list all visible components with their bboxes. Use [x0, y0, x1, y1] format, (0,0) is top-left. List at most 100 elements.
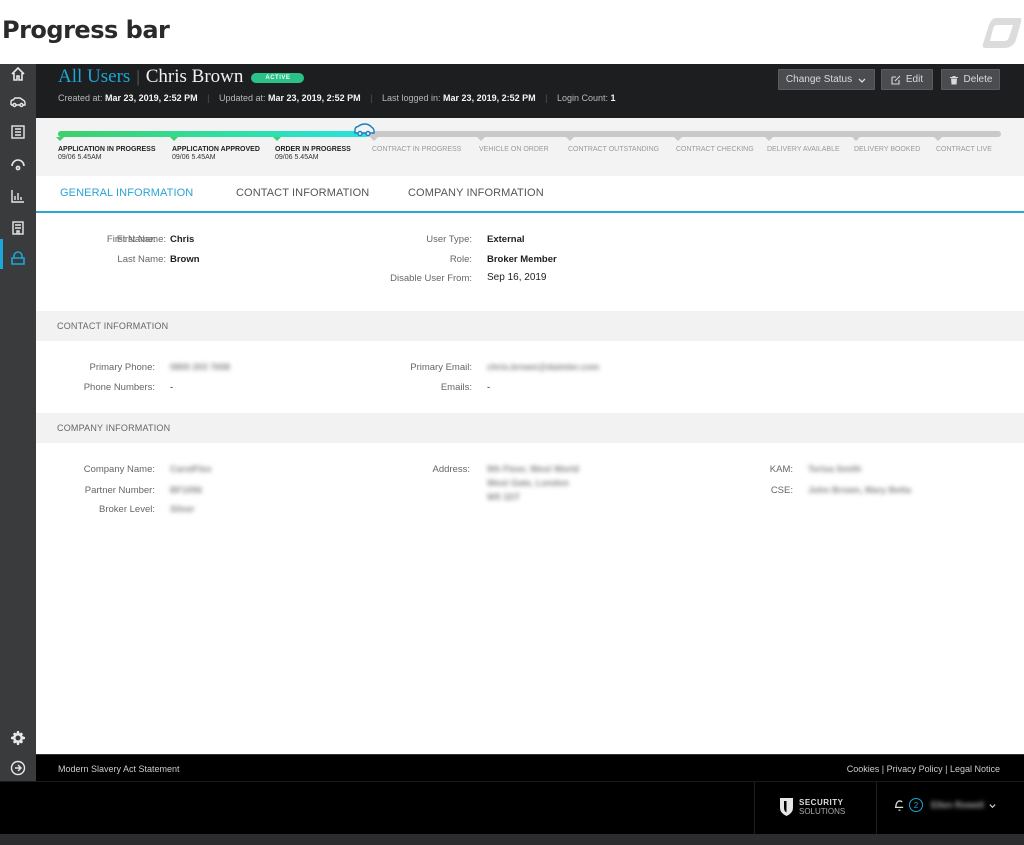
login-count-value: 1 — [610, 93, 616, 103]
kam-label: KAM: — [769, 464, 793, 475]
tab-company-information[interactable]: COMPANY INFORMATION — [408, 187, 544, 199]
step-marker — [370, 137, 378, 141]
primary-phone-value: 0800 203 7658 — [170, 362, 231, 372]
step-date: 09/06 5.45AM — [172, 154, 216, 161]
step-label: APPLICATION APPROVED — [172, 146, 260, 153]
edit-button[interactable]: Edit — [881, 69, 933, 90]
role-value: Broker Member — [487, 254, 557, 265]
notification-count: 2 — [909, 798, 923, 812]
bell-icon[interactable] — [894, 799, 905, 812]
step-marker — [477, 137, 485, 141]
role-label: Role: — [449, 254, 472, 265]
list-icon[interactable] — [0, 118, 36, 146]
modern-slavery-link[interactable]: Modern Slavery Act Statement — [58, 764, 180, 774]
address-line-2: West Gate, London — [487, 478, 569, 488]
footer-bar: SECURITY SOLUTIONS 2 Ellen Rowell — [0, 781, 1024, 835]
header-title: All Users | Chris Brown ACTIVE — [58, 66, 305, 88]
legal-links[interactable]: Cookies | Privacy Policy | Legal Notice — [847, 764, 1000, 774]
last-logged-label: Last logged in: — [381, 93, 441, 103]
breadcrumb-separator: | — [136, 67, 140, 86]
company-section-title: COMPANY INFORMATION — [57, 423, 171, 433]
user-type-label: User Type: — [426, 234, 472, 245]
change-status-label: Change Status — [785, 74, 853, 85]
step-marker — [566, 137, 574, 141]
first-name-value: Chris — [170, 234, 195, 245]
chevron-down-icon[interactable] — [988, 801, 997, 810]
progress-tracker: APPLICATION IN PROGRESS 09/06 5.45AM APPLI… — [36, 118, 1024, 176]
user-name[interactable]: Ellen Rowell — [931, 800, 984, 810]
step-marker — [170, 137, 178, 141]
breadcrumb-all-users[interactable]: All Users — [58, 66, 130, 87]
kam-value: Terisa Smith — [808, 464, 862, 474]
cse-value: John Brown, Mary Betta — [808, 485, 912, 495]
document-icon[interactable] — [0, 214, 36, 242]
security-solutions-logo: SECURITY SOLUTIONS — [780, 798, 845, 816]
tab-contact-information[interactable]: CONTACT INFORMATION — [236, 187, 369, 199]
footer-links: Modern Slavery Act Statement Cookies | P… — [36, 754, 1024, 781]
edit-label: Edit — [905, 74, 924, 85]
company-section-header: COMPANY INFORMATION — [36, 413, 1024, 443]
gauge-icon[interactable] — [0, 150, 36, 178]
disable-user-value: Sep 16, 2019 — [487, 272, 547, 283]
broker-level-label: Broker Level: — [99, 504, 155, 515]
step-marker — [674, 137, 682, 141]
step-marker — [765, 137, 773, 141]
brand-bottom-text: SOLUTIONS — [799, 807, 846, 816]
bottom-strip — [0, 834, 1024, 845]
step-label: CONTRACT LIVE — [936, 146, 992, 153]
step-date: 09/06 5.45AM — [275, 154, 319, 161]
shield-icon — [780, 798, 793, 816]
trash-icon — [949, 75, 958, 84]
step-label: CONTRACT OUTSTANDING — [568, 146, 660, 153]
primary-email-label: Primary Email: — [410, 362, 472, 373]
partner-number-value: BF1056 — [170, 485, 203, 495]
car-icon[interactable] — [0, 88, 36, 116]
sidebar — [0, 64, 36, 845]
info-tabs: GENERAL INFORMATION CONTACT INFORMATION … — [36, 176, 1024, 213]
edit-icon — [891, 75, 901, 85]
meta-separator: | — [545, 93, 548, 103]
login-count-label: Login Count: — [556, 93, 609, 103]
brand-logo-icon — [982, 18, 1022, 48]
step-marker — [852, 137, 860, 141]
contact-section-header: CONTACT INFORMATION — [36, 311, 1024, 341]
address-label: Address: — [432, 464, 471, 475]
primary-phone-label: Primary Phone: — [89, 362, 155, 373]
page-title: Progress bar — [2, 16, 170, 44]
brand-top-text: SECURITY — [799, 798, 844, 807]
step-label: CONTRACT CHECKING — [676, 146, 754, 153]
created-value: Mar 23, 2019, 2:52 PM — [105, 93, 198, 103]
tab-general-information[interactable]: GENERAL INFORMATION — [60, 187, 193, 199]
created-label: Created at: — [58, 93, 103, 103]
change-status-button[interactable]: Change Status — [778, 69, 875, 90]
delete-button[interactable]: Delete — [941, 69, 1000, 90]
company-name-label: Company Name: — [83, 464, 155, 475]
last-name-label: Last Name: — [117, 254, 166, 265]
step-marker — [273, 137, 281, 141]
header-meta: Created at: Mar 23, 2019, 2:52 PM | Upda… — [58, 93, 616, 103]
step-label: APPLICATION IN PROGRESS — [58, 146, 156, 153]
step-label: CONTRACT IN PROGRESS — [372, 146, 462, 153]
step-label: DELIVERY AVAILABLE — [767, 146, 840, 153]
partner-number-label: Partner Number: — [84, 485, 155, 496]
user-name-title: Chris Brown — [145, 66, 244, 87]
meta-separator: | — [207, 93, 210, 103]
step-marker — [934, 137, 942, 141]
primary-email-value: chris.brown@daimler.com — [487, 362, 600, 372]
car-marker-icon — [354, 123, 375, 137]
broker-level-value: Silver — [170, 504, 195, 514]
progress-fill — [58, 131, 368, 137]
step-label: VEHICLE ON ORDER — [479, 146, 549, 153]
chart-icon[interactable] — [0, 182, 36, 210]
user-menu[interactable]: 2 Ellen Rowell — [894, 798, 997, 812]
last-name-value: Brown — [170, 254, 200, 265]
chevron-down-icon — [858, 78, 866, 83]
user-details: First Name: First Name: Chris Last Name:… — [36, 214, 1024, 754]
address-line-1: 9th Floor, West World — [487, 464, 580, 474]
home-icon[interactable] — [0, 60, 36, 88]
gear-icon[interactable] — [0, 724, 36, 752]
logout-icon[interactable] — [0, 754, 36, 782]
step-date: 09/06 5.45AM — [58, 154, 102, 161]
user-icon[interactable] — [0, 244, 36, 272]
last-logged-value: Mar 23, 2019, 2:52 PM — [443, 93, 536, 103]
